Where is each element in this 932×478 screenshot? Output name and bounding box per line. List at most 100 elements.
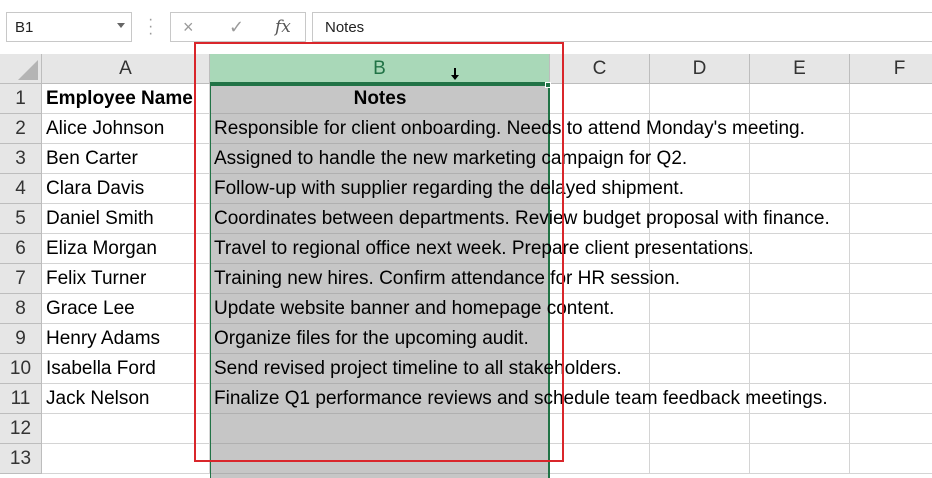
column-header-b[interactable]: B (210, 54, 550, 84)
enter-icon[interactable]: ✓ (229, 17, 244, 38)
cell-empty[interactable] (750, 144, 850, 174)
cell-employee-name[interactable] (42, 414, 210, 444)
cell-empty[interactable] (750, 174, 850, 204)
cell-empty[interactable] (750, 114, 850, 144)
column-select-cursor-icon (451, 68, 459, 80)
cell-employee-name[interactable]: Isabella Ford (42, 354, 210, 384)
cell-employee-name[interactable] (42, 444, 210, 474)
active-cell-border (210, 84, 550, 86)
row-header[interactable]: 11 (0, 384, 42, 414)
cell-empty[interactable] (850, 324, 932, 354)
cell-empty[interactable] (650, 264, 750, 294)
row-header[interactable]: 3 (0, 144, 42, 174)
cell-employee-name[interactable]: Daniel Smith (42, 204, 210, 234)
column-header-a[interactable]: A (42, 54, 210, 84)
row-header[interactable]: 13 (0, 444, 42, 474)
insert-function-icon[interactable]: fx (275, 17, 291, 37)
row-divider (211, 353, 548, 354)
select-all-button[interactable] (0, 54, 42, 84)
cell-empty[interactable] (650, 114, 750, 144)
cell-employee-name[interactable]: Jack Nelson (42, 384, 210, 414)
cell-empty[interactable] (550, 234, 650, 264)
row-header[interactable]: 10 (0, 354, 42, 384)
cell-employee-name[interactable]: Ben Carter (42, 144, 210, 174)
selected-column-b[interactable] (210, 84, 550, 478)
cell-empty[interactable] (850, 414, 932, 444)
formula-input[interactable]: Notes (312, 12, 932, 42)
cell-employee-name[interactable]: Alice Johnson (42, 114, 210, 144)
row-header[interactable]: 8 (0, 294, 42, 324)
row-divider (211, 173, 548, 174)
cell-empty[interactable] (650, 174, 750, 204)
cell-empty[interactable] (750, 444, 850, 474)
row-header[interactable]: 1 (0, 84, 42, 114)
cell-employee-name[interactable]: Eliza Morgan (42, 234, 210, 264)
cell-empty[interactable] (550, 114, 650, 144)
cell-empty[interactable] (550, 414, 650, 444)
row-divider (211, 293, 548, 294)
row-header[interactable]: 2 (0, 114, 42, 144)
row-header[interactable]: 6 (0, 234, 42, 264)
cell-empty[interactable] (650, 444, 750, 474)
column-header-d[interactable]: D (650, 54, 750, 84)
row-header[interactable]: 7 (0, 264, 42, 294)
cell-employee-name[interactable]: Felix Turner (42, 264, 210, 294)
cell-empty[interactable] (850, 174, 932, 204)
cell-empty[interactable] (750, 354, 850, 384)
cell-empty[interactable] (550, 294, 650, 324)
cell-employee-name[interactable]: Clara Davis (42, 174, 210, 204)
cell-empty[interactable] (650, 354, 750, 384)
cell-empty[interactable] (750, 204, 850, 234)
cell-empty[interactable] (850, 354, 932, 384)
cell-empty[interactable] (550, 444, 650, 474)
cell-empty[interactable] (850, 144, 932, 174)
cell-empty[interactable] (750, 264, 850, 294)
cell-empty[interactable] (750, 384, 850, 414)
row-header[interactable]: 5 (0, 204, 42, 234)
cell-empty[interactable] (850, 444, 932, 474)
cell-empty[interactable] (850, 204, 932, 234)
cell-empty[interactable] (650, 294, 750, 324)
cell-empty[interactable] (750, 414, 850, 444)
cell-empty[interactable] (650, 204, 750, 234)
row-header[interactable]: 4 (0, 174, 42, 204)
cell-empty[interactable] (550, 174, 650, 204)
chevron-down-icon[interactable] (117, 23, 125, 28)
cell-empty[interactable] (850, 84, 932, 114)
cell-empty[interactable] (550, 204, 650, 234)
fill-handle[interactable] (545, 82, 551, 88)
cell-empty[interactable] (650, 414, 750, 444)
column-header-c[interactable]: C (550, 54, 650, 84)
cell-empty[interactable] (650, 324, 750, 354)
column-header-e[interactable]: E (750, 54, 850, 84)
cell-employee-name[interactable]: Henry Adams (42, 324, 210, 354)
cell-empty[interactable] (850, 234, 932, 264)
name-box[interactable]: B1 (6, 12, 132, 42)
cell-empty[interactable] (850, 294, 932, 324)
row-header[interactable]: 12 (0, 414, 42, 444)
cell-empty[interactable] (650, 84, 750, 114)
cell-empty[interactable] (550, 384, 650, 414)
cell-empty[interactable] (750, 84, 850, 114)
cell-empty[interactable] (550, 264, 650, 294)
cell-empty[interactable] (850, 264, 932, 294)
cell-empty[interactable] (550, 324, 650, 354)
column-header-f[interactable]: F (850, 54, 932, 84)
row-header[interactable]: 9 (0, 324, 42, 354)
drag-handle-icon[interactable]: · · · (148, 12, 153, 42)
cell-empty[interactable] (550, 84, 650, 114)
cell-empty[interactable] (750, 294, 850, 324)
cell-empty[interactable] (650, 384, 750, 414)
cell-empty[interactable] (650, 144, 750, 174)
cell-empty[interactable] (750, 324, 850, 354)
cell-empty[interactable] (850, 384, 932, 414)
cell-empty[interactable] (850, 114, 932, 144)
cell-employee-name[interactable]: Grace Lee (42, 294, 210, 324)
cell-empty[interactable] (550, 354, 650, 384)
cell-empty[interactable] (650, 234, 750, 264)
cancel-icon[interactable]: × (183, 17, 194, 38)
cell-empty[interactable] (750, 234, 850, 264)
row-divider (211, 143, 548, 144)
header-cell-employee-name[interactable]: Employee Name (42, 84, 210, 114)
cell-empty[interactable] (550, 144, 650, 174)
